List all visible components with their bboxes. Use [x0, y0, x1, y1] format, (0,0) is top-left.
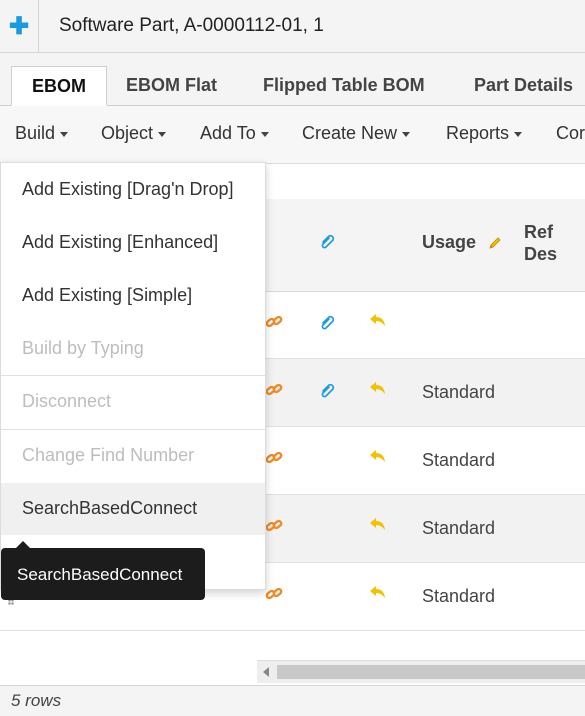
- menu-item-search-based-connect[interactable]: SearchBasedConnect: [1, 483, 265, 535]
- tab-part-details[interactable]: Part Details: [474, 75, 573, 96]
- usage-cell: Standard: [422, 518, 496, 538]
- usage-cell: Standard: [422, 586, 496, 606]
- link-icon[interactable]: [265, 449, 283, 467]
- usage-cell: Standard: [422, 450, 496, 470]
- return-arrow-icon[interactable]: [369, 449, 387, 465]
- add-to-menu-button[interactable]: Add To: [200, 123, 269, 144]
- add-to-menu-label: Add To: [200, 123, 256, 143]
- tooltip-arrow: [16, 541, 30, 548]
- create-new-menu-label: Create New: [302, 123, 398, 143]
- menu-item-label: Add Existing [Enhanced]: [22, 232, 219, 252]
- return-arrow-icon[interactable]: [369, 313, 387, 329]
- object-menu-label: Object: [101, 123, 154, 143]
- plus-icon[interactable]: ✚: [0, 0, 39, 52]
- return-arrow-icon[interactable]: [369, 585, 387, 601]
- tab-ebom[interactable]: EBOM: [11, 66, 107, 106]
- build-menu-button[interactable]: Build: [15, 123, 69, 144]
- caret-down-icon: [60, 131, 69, 137]
- link-icon[interactable]: [265, 381, 283, 399]
- tab-ebom-flat[interactable]: EBOM Flat: [126, 75, 217, 96]
- menu-item-label: Disconnect: [22, 391, 112, 411]
- menu-item-add-existing-enhanced[interactable]: Add Existing [Enhanced]: [1, 217, 265, 269]
- usage-cell: Standard: [422, 382, 496, 402]
- usage-column-header[interactable]: Usage: [422, 232, 503, 253]
- tab-flipped-table-bom[interactable]: Flipped Table BOM: [263, 75, 425, 96]
- menu-item-add-existing-drag-n-drop[interactable]: Add Existing [Drag'n Drop]: [1, 164, 265, 216]
- status-bar: 5 rows: [0, 685, 585, 716]
- menu-item-build-by-typing: Build by Typing: [1, 323, 265, 375]
- tooltip: SearchBasedConnect: [1, 541, 205, 600]
- tab-bar: EBOM EBOM Flat Flipped Table BOM Part De…: [0, 53, 585, 106]
- menu-item-label: Change Find Number: [22, 445, 195, 465]
- menu-item-change-find-number: Change Find Number: [1, 430, 265, 482]
- link-icon[interactable]: [265, 313, 283, 331]
- reports-menu-label: Reports: [446, 123, 510, 143]
- link-icon[interactable]: [265, 585, 283, 603]
- scrollbar-thumb[interactable]: [277, 665, 585, 679]
- create-new-menu-button[interactable]: Create New: [302, 123, 411, 144]
- menu-item-label: SearchBasedConnect: [22, 498, 198, 518]
- scroll-left-icon[interactable]: [263, 667, 269, 677]
- caret-down-icon: [514, 131, 523, 137]
- return-arrow-icon[interactable]: [369, 517, 387, 533]
- horizontal-scrollbar[interactable]: [257, 660, 585, 683]
- caret-down-icon: [260, 131, 269, 137]
- ref-des-column-header[interactable]: Ref Des: [524, 221, 564, 265]
- return-arrow-icon[interactable]: [369, 381, 387, 397]
- object-menu-button[interactable]: Object: [101, 123, 167, 144]
- toolbar: Build Object Add To Create New Reports C…: [0, 106, 585, 164]
- link-icon[interactable]: [265, 517, 283, 535]
- more-menu-button[interactable]: Cor: [556, 123, 585, 144]
- row-count: 5 rows: [11, 691, 62, 710]
- page-title: Software Part, A-0000112-01, 1: [59, 15, 324, 36]
- caret-down-icon: [402, 131, 411, 137]
- build-menu-label: Build: [15, 123, 56, 143]
- tooltip-text: SearchBasedConnect: [17, 565, 183, 584]
- build-dropdown-menu: Add Existing [Drag'n Drop] Add Existing …: [0, 162, 266, 590]
- usage-header-label: Usage: [422, 232, 477, 252]
- paperclip-icon[interactable]: [318, 313, 336, 331]
- menu-item-label: Add Existing [Simple]: [22, 285, 193, 305]
- pencil-icon: [489, 237, 501, 249]
- menu-item-disconnect: Disconnect: [1, 376, 265, 428]
- title-bar: ✚ Software Part, A-0000112-01, 1: [0, 0, 585, 53]
- caret-down-icon: [158, 131, 167, 137]
- paperclip-icon[interactable]: [318, 381, 336, 399]
- menu-item-label: Build by Typing: [22, 338, 144, 358]
- menu-item-add-existing-simple[interactable]: Add Existing [Simple]: [1, 270, 265, 322]
- reports-menu-button[interactable]: Reports: [446, 123, 523, 144]
- paperclip-icon: [321, 234, 335, 249]
- menu-item-label: Add Existing [Drag'n Drop]: [22, 179, 234, 199]
